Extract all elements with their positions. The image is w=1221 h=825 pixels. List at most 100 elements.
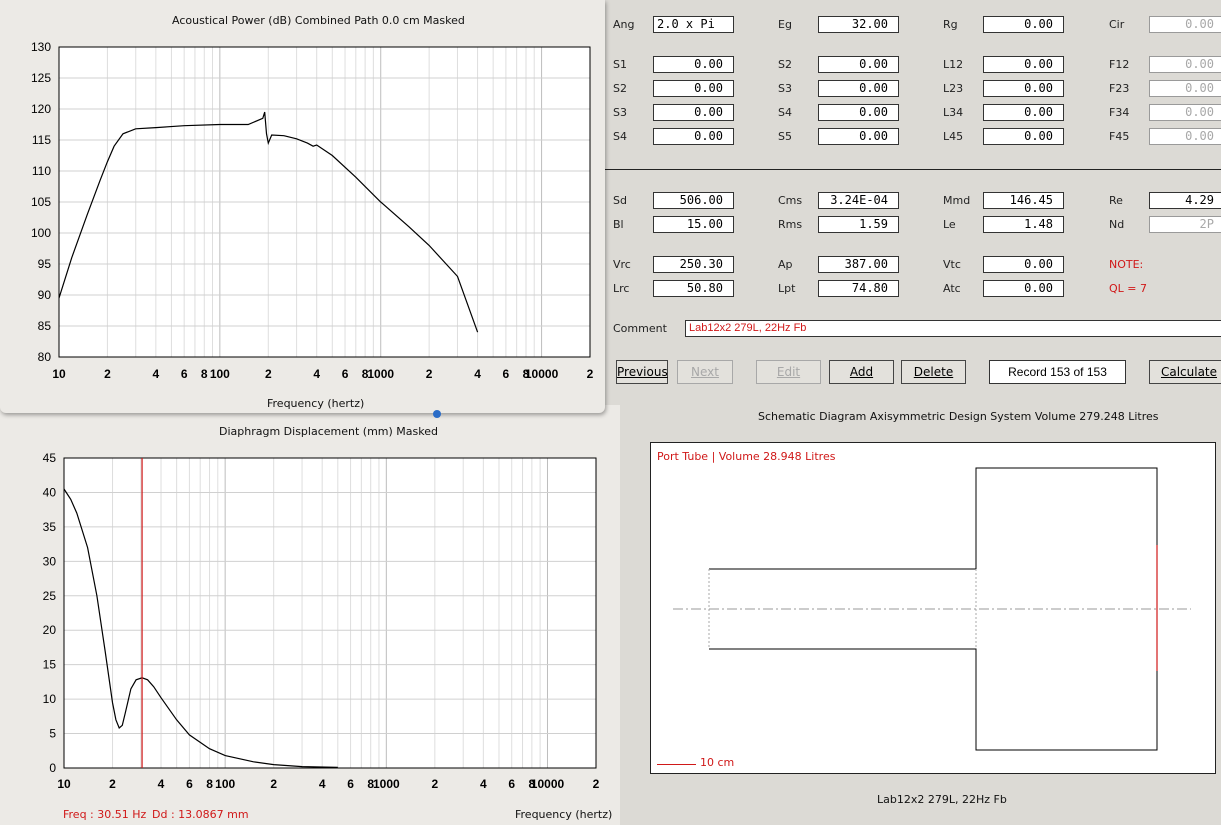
schematic-diagram — [673, 467, 1191, 751]
x-tick-label: 100 — [215, 777, 235, 791]
schematic-title: Schematic Diagram Axisymmetric Design Sy… — [758, 410, 1159, 423]
power-chart: 1301251201151101051009590858010 2 4 6 8 100 2 4… — [31, 40, 594, 381]
calculate-button[interactable]: Calculate — [1149, 360, 1221, 384]
driver1-label-3: Nd — [1109, 218, 1125, 231]
driver0-field-2[interactable]: 146.45 — [983, 192, 1064, 209]
grid1-field-1[interactable]: 0.00 — [818, 80, 899, 97]
grid1-field-2[interactable]: 0.00 — [983, 80, 1064, 97]
x-tick-label: 2 — [265, 367, 272, 381]
driver1-field-1[interactable]: 1.59 — [818, 216, 899, 233]
plot-area — [64, 458, 596, 768]
y-tick-label: 0 — [49, 761, 56, 775]
row1-label-0: Ang — [613, 18, 635, 31]
y-tick-label: 80 — [38, 350, 52, 364]
note-label: NOTE: — [1109, 258, 1144, 271]
y-tick-label: 125 — [31, 71, 51, 85]
y-tick-label: 90 — [38, 288, 52, 302]
box0-label-2: Vtc — [943, 258, 961, 271]
displacement-xlabel: Frequency (hertz) — [515, 808, 613, 821]
grid0-field-0[interactable]: 0.00 — [653, 56, 734, 73]
x-tick-label: 2 — [431, 777, 438, 791]
y-tick-label: 110 — [32, 164, 51, 178]
y-tick-label: 15 — [43, 658, 57, 672]
grid0-label-0: S1 — [613, 58, 627, 71]
grid1-field-0[interactable]: 0.00 — [653, 80, 734, 97]
box1-field-0[interactable]: 50.80 — [653, 280, 734, 297]
driver1-field-2[interactable]: 1.48 — [983, 216, 1064, 233]
grid1-label-2: L23 — [943, 82, 964, 95]
grid2-field-0[interactable]: 0.00 — [653, 104, 734, 121]
row1-field-3[interactable]: 0.00 — [1149, 16, 1221, 33]
grid3-field-1[interactable]: 0.00 — [818, 128, 899, 145]
displacement-readout: Dd : 13.0867 mm — [152, 808, 249, 821]
y-tick-label: 30 — [43, 554, 57, 568]
x-tick-label: 1000 — [367, 367, 394, 381]
y-tick-label: 100 — [31, 226, 51, 240]
driver1-label-2: Le — [943, 218, 956, 231]
x-tick-label: 1000 — [373, 777, 400, 791]
box0-label-1: Ap — [778, 258, 793, 271]
driver1-label-1: Rms — [778, 218, 803, 231]
y-tick-label: 5 — [49, 727, 56, 741]
grid3-field-2[interactable]: 0.00 — [983, 128, 1064, 145]
grid0-label-2: L12 — [943, 58, 964, 71]
x-tick-label: 2 — [587, 367, 594, 381]
comment-field[interactable]: Lab12x2 279L, 22Hz Fb — [685, 320, 1221, 337]
x-tick-label: 10 — [57, 777, 71, 791]
driver0-field-1[interactable]: 3.24E-04 — [818, 192, 899, 209]
x-tick-label: 10 — [52, 367, 66, 381]
edit-button[interactable]: Edit — [756, 360, 821, 384]
x-tick-label: 100 — [210, 367, 230, 381]
x-tick-label: 4 — [480, 777, 487, 791]
y-tick-label: 10 — [43, 692, 57, 706]
box1-label-1: Lpt — [778, 282, 796, 295]
driver1-label-0: Bl — [613, 218, 624, 231]
box0-field-0[interactable]: 250.30 — [653, 256, 734, 273]
driver0-label-3: Re — [1109, 194, 1123, 207]
box1-field-2[interactable]: 0.00 — [983, 280, 1064, 297]
x-tick-label: 6 — [186, 777, 193, 791]
y-tick-label: 115 — [32, 133, 51, 147]
window-resize-dot[interactable] — [433, 410, 441, 418]
driver1-field-3[interactable]: 2P — [1149, 216, 1221, 233]
driver0-field-3[interactable]: 4.29 — [1149, 192, 1221, 209]
previous-button[interactable]: Previous — [616, 360, 668, 384]
driver0-label-0: Sd — [613, 194, 627, 207]
x-tick-label: 6 — [508, 777, 515, 791]
schematic-panel: Port Tube | Volume 28.948 Litres 10 cm — [650, 442, 1216, 774]
row1-field-0[interactable]: 2.0 x Pi — [653, 16, 734, 33]
driver0-field-0[interactable]: 506.00 — [653, 192, 734, 209]
x-tick-label: 4 — [158, 777, 165, 791]
x-tick-label: 10000 — [525, 367, 559, 381]
next-button[interactable]: Next — [677, 360, 733, 384]
y-tick-label: 120 — [31, 102, 51, 116]
box1-field-1[interactable]: 74.80 — [818, 280, 899, 297]
schematic-caption: Lab12x2 279L, 22Hz Fb — [877, 793, 1007, 806]
grid2-field-1[interactable]: 0.00 — [818, 104, 899, 121]
row1-field-1[interactable]: 32.00 — [818, 16, 899, 33]
box1-label-0: Lrc — [613, 282, 630, 295]
driver0-label-1: Cms — [778, 194, 803, 207]
x-tick-label: 4 — [474, 367, 481, 381]
section-divider — [605, 169, 1221, 170]
add-button[interactable]: Add — [829, 360, 894, 384]
box0-field-2[interactable]: 0.00 — [983, 256, 1064, 273]
box1-label-2: Atc — [943, 282, 961, 295]
grid0-field-1[interactable]: 0.00 — [818, 56, 899, 73]
grid3-label-0: S4 — [613, 130, 627, 143]
grid1-label-0: S2 — [613, 82, 627, 95]
driver1-field-0[interactable]: 15.00 — [653, 216, 734, 233]
grid1-field-3[interactable]: 0.00 — [1149, 80, 1221, 97]
power-window: Acoustical Power (dB) Combined Path 0.0 … — [0, 0, 605, 413]
grid0-field-2[interactable]: 0.00 — [983, 56, 1064, 73]
grid0-label-1: S2 — [778, 58, 792, 71]
grid2-field-3[interactable]: 0.00 — [1149, 104, 1221, 121]
grid3-field-0[interactable]: 0.00 — [653, 128, 734, 145]
box0-field-1[interactable]: 387.00 — [818, 256, 899, 273]
grid2-field-2[interactable]: 0.00 — [983, 104, 1064, 121]
grid0-field-3[interactable]: 0.00 — [1149, 56, 1221, 73]
delete-button[interactable]: Delete — [901, 360, 966, 384]
row1-field-2[interactable]: 0.00 — [983, 16, 1064, 33]
grid3-field-3[interactable]: 0.00 — [1149, 128, 1221, 145]
y-tick-label: 40 — [43, 485, 57, 499]
